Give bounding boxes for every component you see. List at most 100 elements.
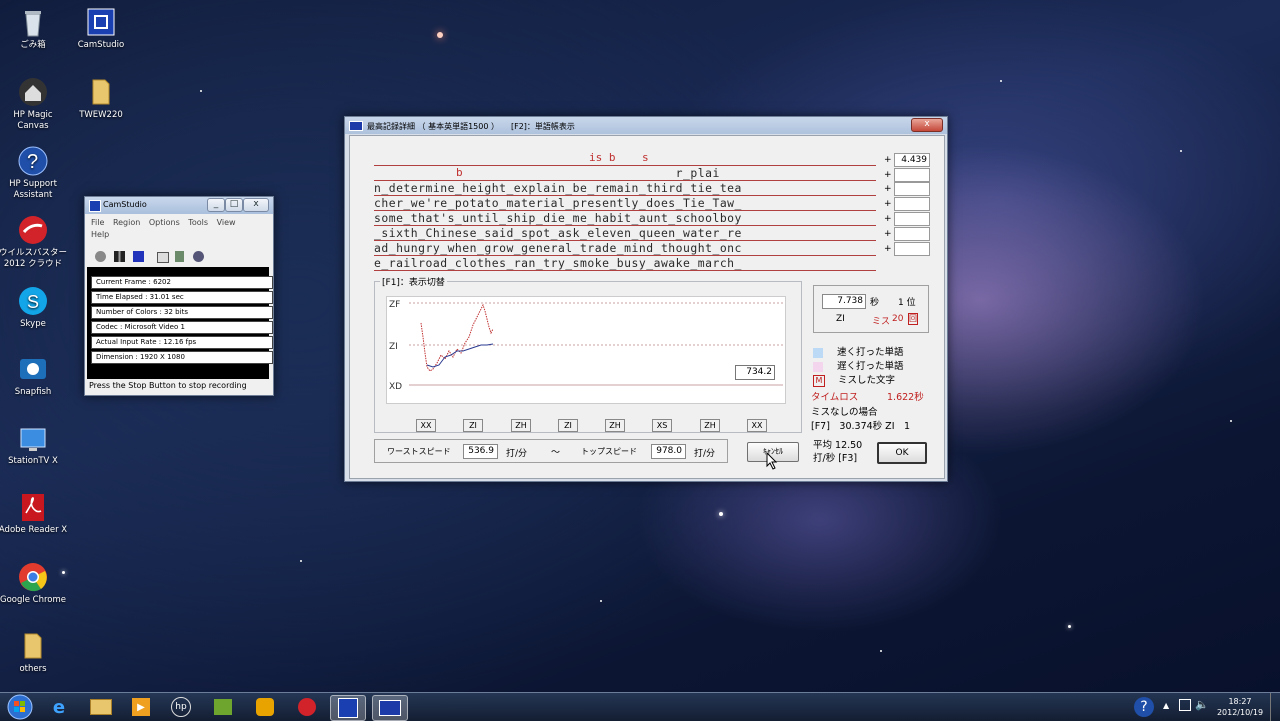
record-detail-titlebar[interactable]: 最高記録詳細 （ 基本英単語1500 ） [F2]：単語帳表示 x	[345, 117, 947, 134]
ie-icon[interactable]: e	[42, 695, 76, 719]
row-time-5	[894, 227, 930, 241]
desktop-icon-hp-support[interactable]: ? HP Support Assistant	[0, 145, 68, 201]
app-icon-orange[interactable]	[248, 695, 282, 719]
app-icon	[349, 121, 363, 131]
row-time-0: 4.439	[894, 153, 930, 167]
rank-box: ZI	[558, 419, 578, 432]
desktop-icon-virusbuster[interactable]: ウイルスバスター 2012 クラウド	[0, 214, 68, 270]
menu-options[interactable]: Options	[149, 218, 180, 227]
desktop-icon-recycle-bin[interactable]: ごみ箱	[0, 6, 68, 51]
help-tray-icon[interactable]: ?	[1134, 697, 1154, 717]
show-desktop-button[interactable]	[1270, 693, 1280, 721]
row-plus-3: +	[884, 199, 892, 209]
nomiss-value[interactable]: [F7] 30.374秒 ZI 1	[811, 418, 910, 432]
camstudio-close-button[interactable]: x	[243, 198, 269, 212]
desktop-icon-label: StationTV X	[8, 456, 58, 466]
help-icon: ?	[17, 145, 49, 177]
app-icon-green[interactable]	[206, 695, 240, 719]
desktop-icon-camstudio[interactable]: CamStudio	[66, 6, 136, 51]
desktop-icon-label: ウイルスバスター 2012 クラウド	[0, 248, 67, 269]
avg-line2[interactable]: 打/秒 [F3]	[813, 450, 857, 464]
desktop-icon-stationtv[interactable]: StationTV X	[0, 422, 68, 467]
camstudio-maximize-button[interactable]: □	[225, 198, 243, 212]
result-time-unit: 秒	[870, 298, 880, 308]
region-icon[interactable]	[157, 252, 169, 263]
result-miss-unit: 回	[908, 313, 918, 325]
desktop-icon-label: HP Support Assistant	[9, 179, 57, 200]
desktop-icon-adobe-reader[interactable]: Adobe Reader X	[0, 491, 68, 536]
word-row-text: some_that's_until_ship_die_me_habit_aunt…	[374, 211, 742, 225]
rank-box: XS	[652, 419, 672, 432]
camstudio-menubar: File Region Options Tools View Help	[91, 217, 267, 241]
media-player-icon[interactable]: ▶	[124, 695, 158, 719]
worst-speed-label: ワーストスピード	[387, 447, 451, 456]
row-plus-6: +	[884, 244, 892, 254]
close-button[interactable]: x	[911, 118, 943, 132]
top-speed-value: 978.0	[651, 444, 686, 459]
desktop-icon-tvew220[interactable]: TWEW220	[66, 76, 136, 121]
ok-button[interactable]: OK	[877, 442, 927, 464]
row-plus-2: +	[884, 184, 892, 194]
skype-icon: S	[17, 285, 49, 317]
legend-miss-label: ミスした文字	[838, 375, 896, 386]
stat-time-elapsed: Time Elapsed : 31.01 sec	[91, 291, 273, 304]
legend-fast-swatch	[813, 347, 823, 358]
network-icon[interactable]	[1179, 699, 1191, 711]
camstudio-minimize-button[interactable]: _	[207, 198, 225, 212]
header-marks: is b s	[589, 151, 649, 164]
result-rank: 1 位	[898, 298, 916, 308]
hp-icon[interactable]: hp	[164, 695, 198, 719]
worst-speed-unit: 打/分	[506, 449, 528, 459]
row-plus-1: +	[884, 170, 892, 180]
stop-icon[interactable]	[133, 251, 144, 262]
web-icon[interactable]	[193, 251, 204, 262]
row-plus-5: +	[884, 229, 892, 239]
stat-colors: Number of Colors : 32 bits	[91, 306, 273, 319]
mouse-cursor-icon	[766, 452, 778, 470]
word-row-text: _sixth_Chinese_said_spot_ask_eleven_quee…	[374, 226, 742, 240]
desktop-icon-others[interactable]: others	[0, 630, 68, 675]
row-time-2	[894, 182, 930, 196]
desktop-icon-label: Google Chrome	[0, 595, 67, 605]
record-icon[interactable]	[95, 251, 106, 262]
menu-help[interactable]: Help	[91, 230, 109, 239]
desktop-icon-label: CamStudio	[77, 40, 125, 50]
pause-icon[interactable]	[114, 251, 125, 262]
word-row-text: cher_we're_potato_material_presently_doe…	[374, 196, 742, 210]
clock[interactable]: 18:27 2012/10/19	[1214, 696, 1266, 718]
row-plus-0: +	[884, 155, 892, 165]
desktop-icon-snapfish[interactable]: Snapfish	[0, 353, 68, 398]
desktop-icon-skype[interactable]: S Skype	[0, 285, 68, 330]
graph-toggle-label[interactable]: [F1]：表示切替	[380, 275, 447, 288]
options-icon[interactable]	[175, 251, 184, 262]
menu-tools[interactable]: Tools	[188, 218, 208, 227]
typing-app-taskbar-icon[interactable]	[372, 695, 408, 721]
tray-expand-icon[interactable]: ▲	[1163, 701, 1169, 710]
start-button[interactable]	[2, 694, 38, 720]
menu-view[interactable]: View	[217, 218, 236, 227]
speed-tilde: ～	[551, 448, 561, 458]
speed-panel: ワーストスピード 536.9 打/分 ～ トップスピード 978.0 打/分	[374, 439, 728, 463]
word-row: cher_we're_potato_material_presently_doe…	[374, 196, 876, 211]
timeloss-value: 1.622秒	[887, 392, 924, 403]
desktop-icon-hp-magic-canvas[interactable]: HP Magic Canvas	[0, 76, 68, 132]
camstudio-titlebar[interactable]: CamStudio _ □ x	[85, 197, 273, 214]
desktop-icon-label: TWEW220	[79, 110, 123, 120]
clock-date: 2012/10/19	[1216, 708, 1264, 717]
nomiss-label: ミスなしの場合	[811, 407, 878, 418]
menu-region[interactable]: Region	[113, 218, 140, 227]
stat-current-frame: Current Frame : 6202	[91, 276, 273, 289]
explorer-icon[interactable]	[84, 695, 118, 719]
volume-icon[interactable]: 🔈	[1195, 698, 1209, 711]
camstudio-title: CamStudio	[103, 200, 147, 209]
menu-file[interactable]: File	[91, 218, 104, 227]
legend-slow-label: 遅く打った単語	[837, 361, 904, 372]
word-row: ad_hungry_when_grow_general_trade_mind_t…	[374, 241, 876, 256]
desktop-icon-label: ごみ箱	[20, 40, 46, 50]
desktop-icon-chrome[interactable]: Google Chrome	[0, 561, 68, 606]
camstudio-taskbar-icon[interactable]	[330, 695, 366, 721]
virusbuster-taskbar-icon[interactable]	[290, 695, 324, 719]
stat-dimension: Dimension : 1920 X 1080	[91, 351, 273, 364]
row-time-1	[894, 168, 930, 182]
svg-text:?: ?	[27, 151, 38, 173]
